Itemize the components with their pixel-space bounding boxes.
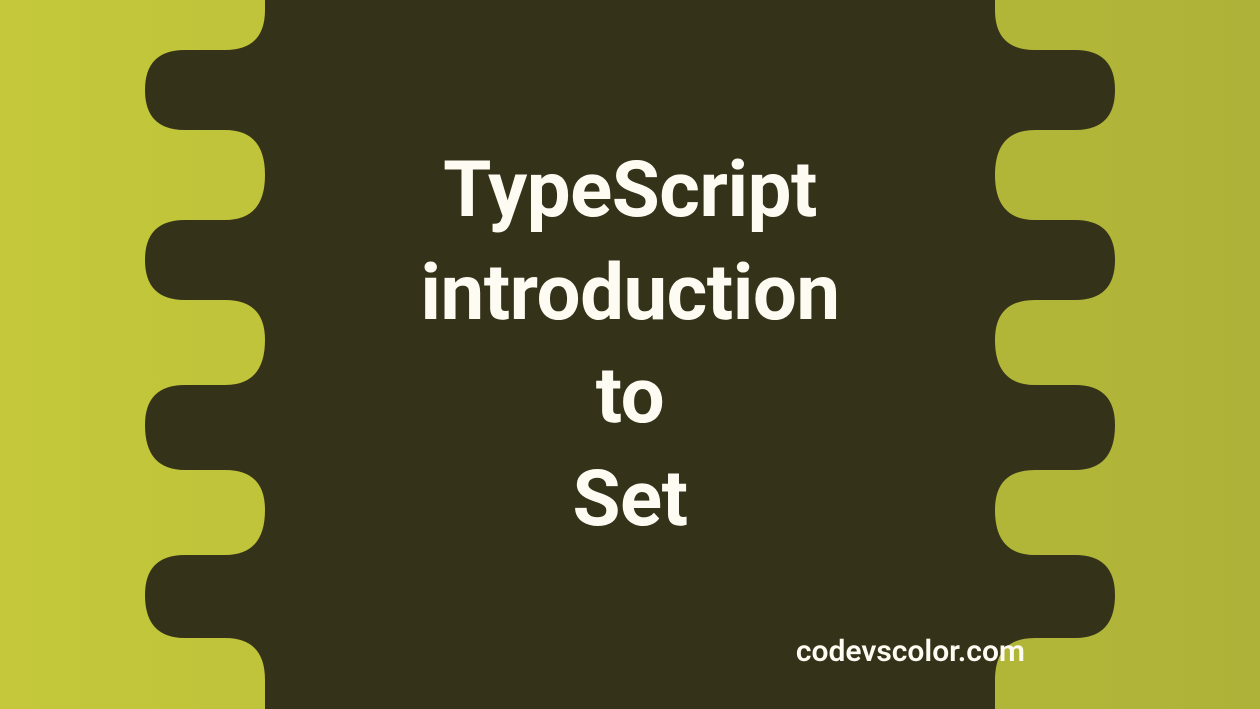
title-container: TypeScript introduction to Set	[0, 140, 1260, 552]
title-line-2: introduction	[0, 243, 1260, 346]
title-line-3: to	[0, 346, 1260, 449]
banner-container: TypeScript introduction to Set codevscol…	[0, 0, 1260, 709]
title-line-4: Set	[0, 449, 1260, 552]
watermark-text: codevscolor.com	[796, 634, 1025, 669]
title-line-1: TypeScript	[0, 140, 1260, 243]
